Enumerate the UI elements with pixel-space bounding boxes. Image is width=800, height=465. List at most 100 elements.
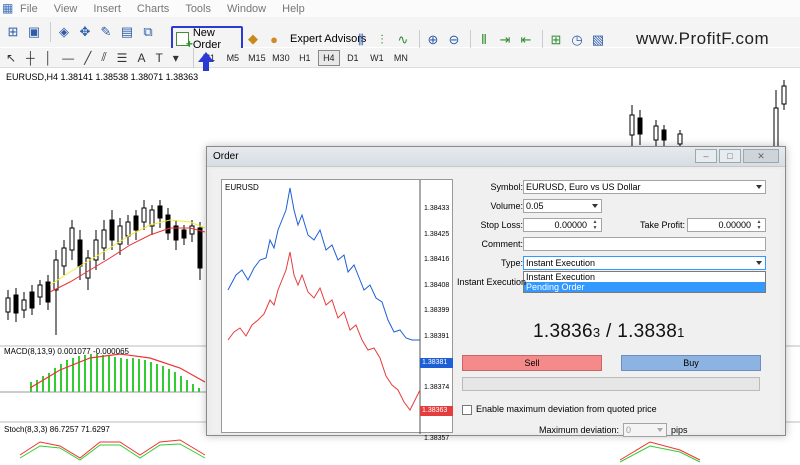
equidistant-channel-icon[interactable]: ⫽	[101, 50, 106, 65]
window-controls: – □ ✕	[693, 149, 779, 163]
new-chart-icon[interactable]: ⊞	[4, 23, 22, 41]
max-deviation-input[interactable]: 0	[623, 423, 667, 437]
menu-window[interactable]: Window	[227, 3, 266, 15]
autoscroll-icon[interactable]: ⇥	[496, 31, 514, 49]
periods-icon[interactable]: ◷	[568, 31, 586, 49]
tick-price-label: 1.38416	[424, 256, 450, 264]
take-profit-input[interactable]: 0.00000 ▲ ▼	[687, 218, 766, 232]
menu-file[interactable]: File	[20, 3, 38, 15]
volume-label: Volume:	[490, 201, 523, 211]
type-dropdown-list: Instant Execution Pending Order	[523, 271, 766, 293]
tick-chart: EURUSD 1.38433 1.38425 1.38416 1.38408 1…	[221, 179, 453, 442]
volume-select[interactable]: 0.05	[523, 199, 602, 213]
take-profit-label: Take Profit:	[639, 220, 685, 230]
metaeditor-icon[interactable]: ◆	[244, 30, 262, 48]
timeframe-m15[interactable]: M15	[246, 50, 268, 66]
spinner-icon[interactable]: ▲ ▼	[754, 219, 764, 231]
max-deviation-label: Maximum deviation:	[538, 425, 619, 435]
bar-chart-icon[interactable]: ⫼	[352, 31, 370, 49]
execution-mode-label: Instant Execution	[457, 277, 527, 287]
stoch-label: Stoch(8,3,3) 86.7257 71.6297	[4, 425, 110, 434]
terminal-icon[interactable]: ▤	[118, 23, 136, 41]
type-option-pending[interactable]: Pending Order	[524, 282, 765, 292]
tick-price-label: 1.38357	[424, 435, 450, 443]
vertical-line-icon[interactable]: │	[45, 51, 53, 65]
app-icon: ▦	[2, 1, 14, 15]
ask-price: 1.3838	[617, 321, 678, 342]
timeframe-mn[interactable]: MN	[390, 50, 412, 66]
tick-price-label: 1.38374	[424, 384, 450, 392]
ask-price-pip: 1	[677, 325, 685, 340]
line-chart-icon[interactable]: ∿	[394, 31, 412, 49]
close-button[interactable]: ✕	[743, 149, 779, 163]
indicators-icon[interactable]: ⊞	[547, 31, 565, 49]
type-label: Type:	[500, 258, 523, 268]
profiles-icon[interactable]: ▣	[25, 23, 43, 41]
stop-loss-input[interactable]: 0.00000 ▲ ▼	[523, 218, 602, 232]
stop-loss-label: Stop Loss:	[480, 220, 523, 230]
sell-button[interactable]: Sell	[462, 355, 602, 371]
execution-progress	[462, 377, 760, 391]
volume-value: 0.05	[526, 201, 544, 211]
type-option-instant[interactable]: Instant Execution	[524, 272, 765, 282]
tick-price-label: 1.38391	[424, 332, 450, 340]
templates-icon[interactable]: ▧	[589, 31, 607, 49]
dialog-title: Order	[213, 151, 239, 162]
text-label-icon[interactable]: T	[155, 51, 162, 65]
timeframe-m30[interactable]: M30	[270, 50, 292, 66]
chart-tools: ⫼ ⫶ ∿ ⊕ ⊖ ⫴ ⇥ ⇤ ⊞ ◷ ▧	[352, 30, 610, 50]
buy-button[interactable]: Buy	[621, 355, 761, 371]
max-deviation-checkbox-label: Enable maximum deviation from quoted pri…	[476, 404, 657, 414]
dialog-body: EURUSD 1.38433 1.38425 1.38416 1.38408 1…	[211, 169, 781, 442]
zoom-in-icon[interactable]: ⊕	[424, 31, 442, 49]
tick-price-label: 1.38399	[424, 307, 450, 315]
timeframe-w1[interactable]: W1	[366, 50, 388, 66]
tick-price-label: 1.38408	[424, 281, 450, 289]
chart-shift-icon[interactable]: ⇤	[517, 31, 535, 49]
spinner-icon[interactable]: ▲ ▼	[590, 219, 600, 231]
tester-icon[interactable]: ⧉	[139, 23, 157, 41]
tile-windows-icon[interactable]: ⫴	[475, 31, 493, 49]
drawing-toolbar: ↖ ┼ │ — ╱ ⫽ ☰ A T ▾ M1 M5 M15 M30 H1 H4 …	[0, 47, 800, 68]
timeframe-h1[interactable]: H1	[294, 50, 316, 66]
crosshair-icon[interactable]: ┼	[26, 51, 35, 65]
ask-price-tag: 1.38381	[420, 358, 453, 368]
chart-title: EURUSD,H4 1.38141 1.38538 1.38071 1.3836…	[6, 72, 199, 82]
cursor-icon[interactable]: ↖	[6, 51, 16, 65]
data-window-icon[interactable]: ✎	[97, 23, 115, 41]
expert-advisors-button[interactable]: ◆ ● Expert Advisors	[244, 30, 366, 48]
max-deviation-checkbox[interactable]	[462, 405, 472, 415]
chevron-down-icon	[657, 428, 663, 432]
comment-input[interactable]	[523, 237, 766, 251]
minimize-button[interactable]: –	[695, 149, 717, 163]
maximize-button[interactable]: □	[719, 149, 741, 163]
horizontal-line-icon[interactable]: —	[62, 51, 74, 65]
menu-help[interactable]: Help	[282, 3, 305, 15]
menu-charts[interactable]: Charts	[137, 3, 169, 15]
menu-view[interactable]: View	[54, 3, 78, 15]
type-select[interactable]: Instant Execution	[523, 256, 766, 270]
timeframe-h4[interactable]: H4	[317, 49, 340, 66]
menu-tools[interactable]: Tools	[185, 3, 211, 15]
new-order-label: New Order	[192, 26, 221, 51]
max-deviation-value: 0	[626, 425, 632, 435]
tick-price-label: 1.38425	[424, 230, 450, 238]
stop-loss-value: 0.00000	[554, 220, 587, 230]
tick-chart-canvas	[227, 180, 421, 434]
fibonacci-icon[interactable]: ☰	[117, 51, 128, 65]
text-icon[interactable]: A	[137, 51, 145, 65]
menu-insert[interactable]: Insert	[93, 3, 121, 15]
take-profit-value: 0.00000	[718, 220, 751, 230]
trendline-icon[interactable]: ╱	[84, 51, 91, 65]
navigator-icon[interactable]: ✥	[76, 23, 94, 41]
arrows-icon[interactable]: ▾	[173, 51, 179, 65]
market-watch-icon[interactable]: ◈	[55, 23, 73, 41]
symbol-value: EURUSD, Euro vs US Dollar	[526, 182, 641, 192]
timeframe-d1[interactable]: D1	[342, 50, 364, 66]
timeframe-m5[interactable]: M5	[222, 50, 244, 66]
candlestick-icon[interactable]: ⫶	[373, 31, 391, 49]
bid-price: 1.3836	[533, 321, 593, 342]
chevron-down-icon	[756, 261, 762, 265]
zoom-out-icon[interactable]: ⊖	[445, 31, 463, 49]
symbol-select[interactable]: EURUSD, Euro vs US Dollar	[523, 180, 766, 194]
